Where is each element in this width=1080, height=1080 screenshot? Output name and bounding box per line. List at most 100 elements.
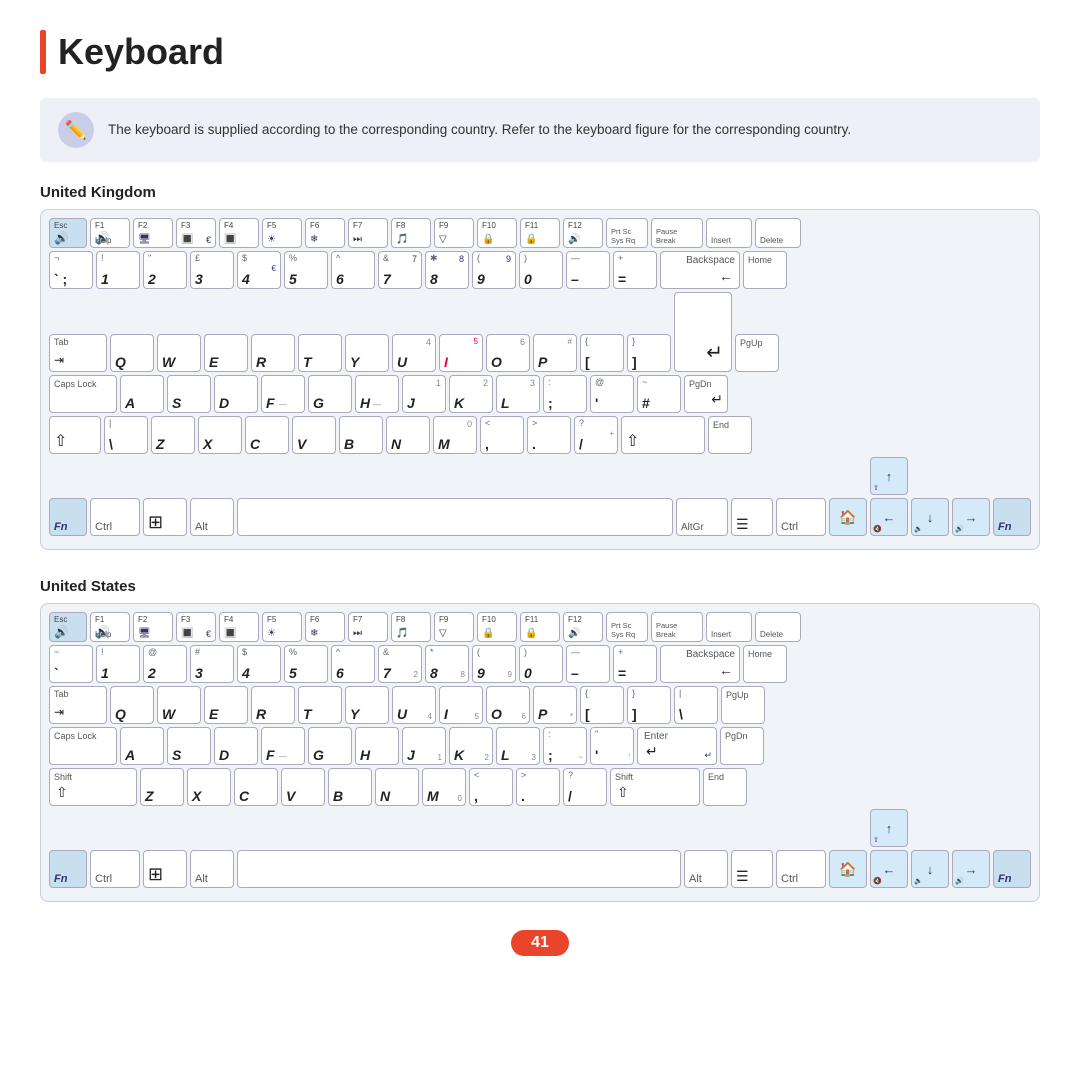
us-key-backspace[interactable]: Backspace ← bbox=[660, 645, 740, 683]
us-key-end[interactable]: End bbox=[703, 768, 747, 806]
key-enter-uk[interactable]: ↵ bbox=[674, 292, 732, 372]
key-f6[interactable]: F6 ❄ bbox=[305, 218, 345, 248]
us-key-f6[interactable]: F6 ❄ bbox=[305, 612, 345, 642]
us-key-c[interactable]: C bbox=[234, 768, 278, 806]
us-key-r[interactable]: R bbox=[251, 686, 295, 724]
key-f5[interactable]: F5 ☀ bbox=[262, 218, 302, 248]
key-slash-uk[interactable]: ? + / bbox=[574, 416, 618, 454]
key-lctrl-uk[interactable]: Ctrl bbox=[90, 498, 140, 536]
us-key-8[interactable]: * 8 8 bbox=[425, 645, 469, 683]
key-hash-uk[interactable]: ~ # bbox=[637, 375, 681, 413]
us-key-lctrl[interactable]: Ctrl bbox=[90, 850, 140, 888]
us-key-g[interactable]: G bbox=[308, 727, 352, 765]
us-key-o[interactable]: O 6 bbox=[486, 686, 530, 724]
key-down-uk[interactable]: ↓ 🔉 bbox=[911, 498, 949, 536]
us-key-f1[interactable]: F1 Help 🔊 bbox=[90, 612, 130, 642]
key-2-uk[interactable]: " 2 bbox=[143, 251, 187, 289]
us-key-win[interactable]: ⊞ bbox=[143, 850, 187, 888]
us-key-esc[interactable]: Esc 🔊 bbox=[49, 612, 87, 642]
key-esc[interactable]: Esc 🔊 bbox=[49, 218, 87, 248]
us-key-delete[interactable]: Delete bbox=[755, 612, 801, 642]
key-prtsc[interactable]: Prt ScSys Rq bbox=[606, 218, 648, 248]
us-key-d[interactable]: D bbox=[214, 727, 258, 765]
us-key-m[interactable]: M 0 bbox=[422, 768, 466, 806]
us-key-pgdn[interactable]: PgDn bbox=[720, 727, 764, 765]
us-key-f11[interactable]: F11 🔒 bbox=[520, 612, 560, 642]
key-menu-uk[interactable]: ☰ bbox=[731, 498, 773, 536]
key-p-uk[interactable]: # P bbox=[533, 334, 577, 372]
key-y-uk[interactable]: Y bbox=[345, 334, 389, 372]
key-4-uk[interactable]: $ € 4 bbox=[237, 251, 281, 289]
us-key-a[interactable]: A bbox=[120, 727, 164, 765]
key-f8[interactable]: F8 🎵 bbox=[391, 218, 431, 248]
us-key-2[interactable]: @ 2 bbox=[143, 645, 187, 683]
key-f1[interactable]: F1 Help 🔊 bbox=[90, 218, 130, 248]
us-key-q[interactable]: Q bbox=[110, 686, 154, 724]
key-t-uk[interactable]: T bbox=[298, 334, 342, 372]
us-key-lbracket[interactable]: { [ bbox=[580, 686, 624, 724]
us-key-rshift[interactable]: Shift ⇧ bbox=[610, 768, 700, 806]
key-lshift-uk[interactable]: ⇧ bbox=[49, 416, 101, 454]
us-key-l[interactable]: L 3 bbox=[496, 727, 540, 765]
key-b-uk[interactable]: B bbox=[339, 416, 383, 454]
us-key-j[interactable]: J 1 bbox=[402, 727, 446, 765]
key-7-uk[interactable]: & 7 7 bbox=[378, 251, 422, 289]
us-key-h[interactable]: H bbox=[355, 727, 399, 765]
key-f4[interactable]: F4 🔳 bbox=[219, 218, 259, 248]
us-key-slash[interactable]: ? / bbox=[563, 768, 607, 806]
us-key-period[interactable]: > . bbox=[516, 768, 560, 806]
key-equals-uk[interactable]: + = bbox=[613, 251, 657, 289]
us-key-right[interactable]: → 🔊 bbox=[952, 850, 990, 888]
key-fn-right-uk[interactable]: Fn bbox=[993, 498, 1031, 536]
us-key-k[interactable]: K 2 bbox=[449, 727, 493, 765]
us-key-space[interactable] bbox=[237, 850, 681, 888]
key-fn-uk[interactable]: Fn bbox=[49, 498, 87, 536]
us-key-down[interactable]: ↓ 🔉 bbox=[911, 850, 949, 888]
key-f-uk[interactable]: — F bbox=[261, 375, 305, 413]
us-key-backslash[interactable]: | \ bbox=[674, 686, 718, 724]
us-key-rctrl[interactable]: Ctrl bbox=[776, 850, 826, 888]
key-period-uk[interactable]: > . bbox=[527, 416, 571, 454]
key-8-uk[interactable]: ✱ 8 8 bbox=[425, 251, 469, 289]
us-key-4[interactable]: $ 4 bbox=[237, 645, 281, 683]
us-key-z[interactable]: Z bbox=[140, 768, 184, 806]
key-end-uk[interactable]: End bbox=[708, 416, 752, 454]
us-key-9[interactable]: ( 9 9 bbox=[472, 645, 516, 683]
key-pgdn-uk[interactable]: PgDn ↵ bbox=[684, 375, 728, 413]
key-w-uk[interactable]: W bbox=[157, 334, 201, 372]
us-key-f10[interactable]: F10 🔒 bbox=[477, 612, 517, 642]
key-f10[interactable]: F10 🔒 bbox=[477, 218, 517, 248]
us-key-comma[interactable]: < , bbox=[469, 768, 513, 806]
us-key-f12[interactable]: F12 🔊 bbox=[563, 612, 603, 642]
key-backtick-uk[interactable]: ¬ ` ; bbox=[49, 251, 93, 289]
us-key-f3[interactable]: F3 € 🔳 bbox=[176, 612, 216, 642]
us-key-home[interactable]: Home bbox=[743, 645, 787, 683]
us-key-3[interactable]: # 3 bbox=[190, 645, 234, 683]
us-key-tab[interactable]: Tab ⇥ bbox=[49, 686, 107, 724]
key-9-uk[interactable]: ( 9 9 bbox=[472, 251, 516, 289]
key-capslock-uk[interactable]: Caps Lock bbox=[49, 375, 117, 413]
us-key-insert[interactable]: Insert bbox=[706, 612, 752, 642]
key-l-uk[interactable]: 3 L bbox=[496, 375, 540, 413]
us-key-w[interactable]: W bbox=[157, 686, 201, 724]
key-j-uk[interactable]: 1 J bbox=[402, 375, 446, 413]
us-key-f4[interactable]: F4 🔳 bbox=[219, 612, 259, 642]
key-e-uk[interactable]: E bbox=[204, 334, 248, 372]
us-key-v[interactable]: V bbox=[281, 768, 325, 806]
us-key-i[interactable]: I 5 bbox=[439, 686, 483, 724]
key-pause[interactable]: PauseBreak bbox=[651, 218, 703, 248]
key-3-uk[interactable]: £ 3 bbox=[190, 251, 234, 289]
key-6-uk[interactable]: ^ 6 bbox=[331, 251, 375, 289]
key-tab-uk[interactable]: Tab ⇥ bbox=[49, 334, 107, 372]
us-key-f9[interactable]: F9 ▽ bbox=[434, 612, 474, 642]
key-pgup-uk[interactable]: PgUp bbox=[735, 334, 779, 372]
us-key-s[interactable]: S bbox=[167, 727, 211, 765]
us-key-capslock[interactable]: Caps Lock bbox=[49, 727, 117, 765]
us-key-prtsc[interactable]: Prt ScSys Rq bbox=[606, 612, 648, 642]
key-lbracket-uk[interactable]: { [ bbox=[580, 334, 624, 372]
us-key-pgup[interactable]: PgUp bbox=[721, 686, 765, 724]
us-key-fn[interactable]: Fn bbox=[49, 850, 87, 888]
key-right-uk[interactable]: → 🔊 bbox=[952, 498, 990, 536]
us-key-lalt[interactable]: Alt bbox=[190, 850, 234, 888]
key-f9[interactable]: F9 ▽ bbox=[434, 218, 474, 248]
